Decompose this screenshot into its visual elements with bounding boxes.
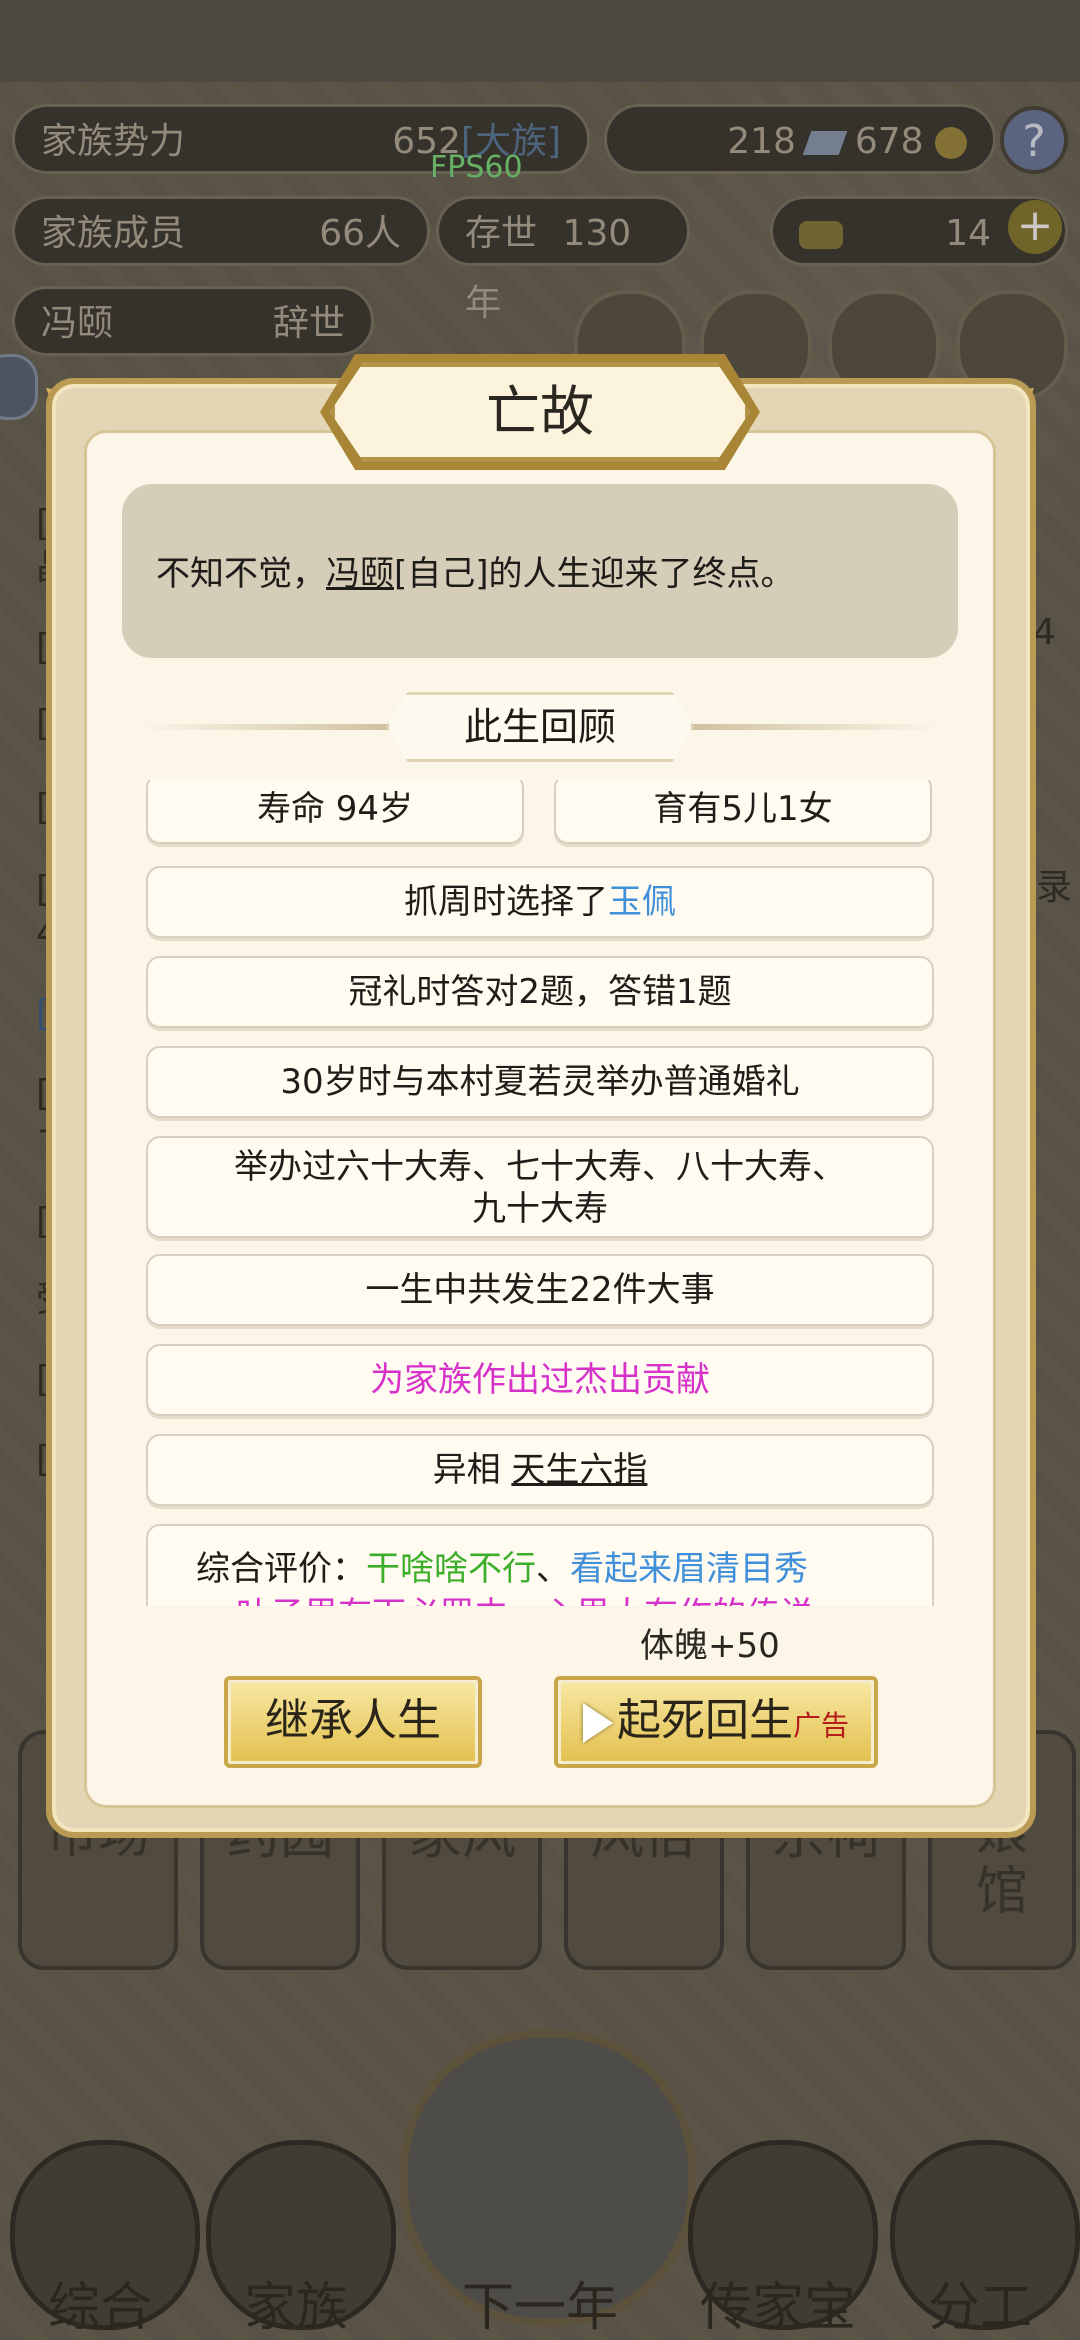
trait-link[interactable]: 天生六指 [511,1450,647,1490]
ad-tag: 广告 [792,1709,849,1742]
life-review-title: 此生回顾 [386,692,694,762]
marriage-card: 30岁时与本村夏若灵举办普通婚礼 [146,1046,934,1118]
contribution-card: 为家族作出过杰出贡献 [146,1344,934,1416]
play-icon [582,1703,613,1743]
life-review-list[interactable]: 寿命 94岁 育有5儿1女 抓周时选择了玉佩 冠礼时答对2题，答错1题 30岁时… [146,780,936,1606]
revive-button[interactable]: 起死回生广告 [554,1676,878,1768]
children-card: 育有5儿1女 [554,780,932,844]
trait-card: 异相 天生六指 [146,1434,934,1506]
person-name-link[interactable]: 冯颐 [326,554,394,594]
dialog-title: 亡故 [330,362,750,462]
grab-ceremony-card: 抓周时选择了玉佩 [146,866,934,938]
birthdays-card: 举办过六十大寿、七十大寿、八十大寿、 九十大寿 [146,1136,934,1238]
jade-pendant-link[interactable]: 玉佩 [608,882,676,922]
divider-left [140,724,390,730]
inherit-life-button[interactable]: 继承人生 [224,1676,482,1768]
divider-right [690,724,940,730]
lifespan-card: 寿命 94岁 [146,780,524,844]
capping-ceremony-card: 冠礼时答对2题，答错1题 [146,956,934,1028]
events-card: 一生中共发生22件大事 [146,1254,934,1326]
intro-message: 不知不觉，冯颐[自己]的人生迎来了终点。 [122,484,958,658]
evaluation-card: 综合评价：干啥啥不行、看起来眉清目秀 叶子里有下必罗中、心里大有作的传说 [146,1524,934,1606]
bonus-text: 体魄+50 [640,1626,780,1666]
